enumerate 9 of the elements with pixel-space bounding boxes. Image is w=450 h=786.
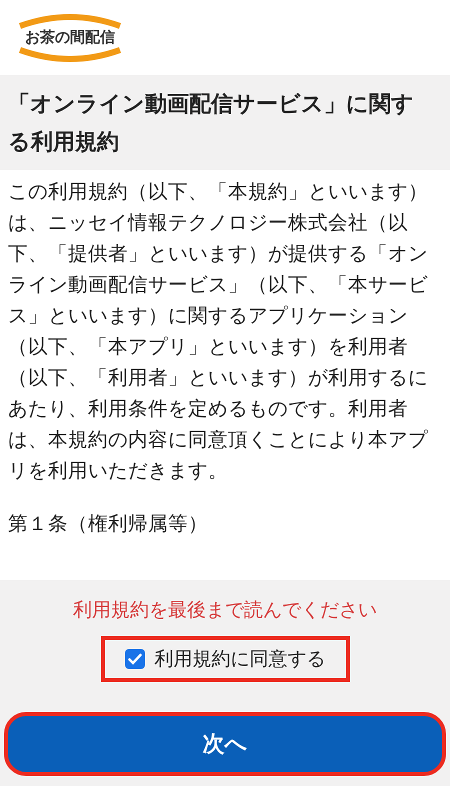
agree-label: 利用規約に同意する bbox=[154, 647, 326, 672]
agree-checkbox[interactable]: 利用規約に同意する bbox=[100, 636, 350, 682]
next-button[interactable]: 次へ bbox=[4, 712, 446, 776]
page-title: 「オンライン動画配信サービス」に関する利用規約 bbox=[7, 90, 415, 157]
checkbox-icon[interactable] bbox=[124, 649, 144, 669]
warning-text: 利用規約を最後まで読んでください bbox=[73, 598, 377, 623]
article-heading: 第１条（権利帰属等） bbox=[8, 511, 209, 537]
logo: お茶の間配信 bbox=[18, 10, 122, 66]
terms-paragraph: この利用規約（以下、「本規約」といいます）は、ニッセイ情報テクノロジー株式会社（以下、「提供者」といいます）が提供する「オンライン動画配信サービス」（以下、「本サービス」といいます）に関するアプリケーション（以下、「本アプリ」といいます）を利用者（以下、「利用者」といいます）が利用するにあたり、利用条件を定めるものです。利用者は、本規約の内容に同意頂くことにより本アプリを利用いただきます。 bbox=[8, 179, 429, 484]
